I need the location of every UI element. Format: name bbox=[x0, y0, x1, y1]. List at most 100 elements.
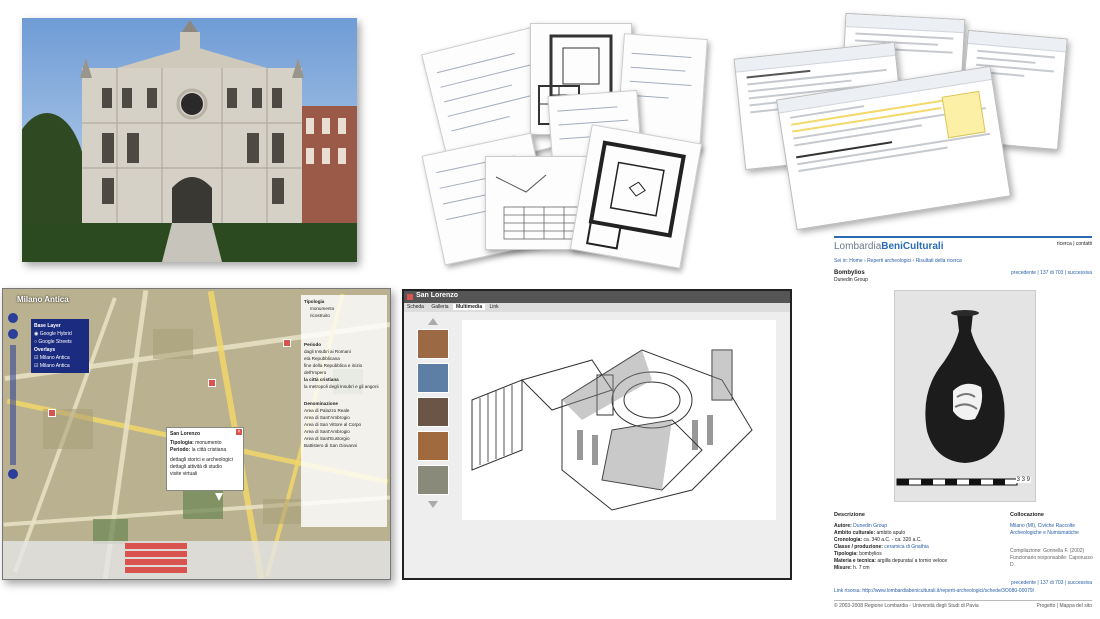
cloister-plan-sheet bbox=[569, 124, 703, 269]
field-ambito: Ambito culturale: ambito apulo bbox=[834, 530, 906, 536]
pan-up-icon[interactable] bbox=[8, 313, 18, 323]
field-cronologia: Cronologia: ca. 340 a.C. - ca. 320 a.C. bbox=[834, 537, 922, 543]
field-tipologia: Tipologia: bombylios bbox=[834, 551, 882, 557]
result-row-highlight[interactable] bbox=[125, 543, 187, 549]
san-lorenzo-viewer[interactable]: San Lorenzo Scheda Galleria Multimedia L… bbox=[402, 289, 792, 580]
catalog-page: LombardiaBeniCulturali ricerca | contatt… bbox=[826, 236, 1100, 619]
viewer-title: San Lorenzo bbox=[416, 292, 459, 299]
ruler-label: 3 3 9 bbox=[1015, 477, 1031, 483]
map-marker[interactable] bbox=[283, 339, 291, 347]
popup-periodo-label: Periodo: bbox=[170, 447, 191, 453]
footer-rule bbox=[834, 600, 1092, 601]
vase-photo: 3 3 9 bbox=[894, 290, 1036, 502]
thumbnail-strip[interactable] bbox=[414, 314, 452, 514]
layer-option-hybrid[interactable]: ◉ Google Hybrid bbox=[34, 330, 86, 338]
popup-pointer-icon bbox=[215, 493, 223, 501]
descrizione-fields: Autore: Dunedin Group Ambito culturale: … bbox=[834, 523, 994, 572]
overlays-title: Overlays bbox=[34, 347, 56, 353]
filter-periodo-item[interactable]: la città cristiana bbox=[304, 376, 384, 383]
milano-antica-map-app[interactable]: Milano Antica Base Layer ◉ Google Hybrid… bbox=[2, 288, 391, 580]
filter-denominazione-item[interactable]: Battistero di San Giovanni bbox=[304, 442, 384, 449]
popup-link-visite[interactable]: visite virtuali bbox=[170, 471, 240, 478]
filter-periodo-item[interactable]: dagli Insubri ai Romani bbox=[304, 348, 384, 355]
tab-link[interactable]: Link bbox=[487, 304, 502, 310]
record-nav-top[interactable]: precedente | 137 di 703 | successiva bbox=[1011, 270, 1092, 277]
popup-close-icon[interactable]: × bbox=[236, 429, 242, 435]
filter-tipologia-item[interactable]: ricostruito bbox=[304, 312, 384, 319]
axonometric-drawing bbox=[462, 320, 776, 520]
results-strip bbox=[3, 541, 390, 579]
footer-right[interactable]: Progetto | Mappa del sito bbox=[1037, 603, 1093, 610]
map-title: Milano Antica bbox=[17, 295, 69, 304]
collocazione-text[interactable]: Milano (MI), Civiche Raccolte Archeologi… bbox=[1010, 523, 1092, 537]
viewer-title-icon bbox=[407, 294, 413, 300]
descrizione-title: Descrizione bbox=[834, 512, 865, 518]
popup-link-storici[interactable]: dettagli storici e archeologici bbox=[170, 457, 240, 464]
item-subtitle: Dunedin Group bbox=[834, 277, 868, 283]
link-risorsa[interactable]: Link risorsa: http://www.lombardiabenicu… bbox=[834, 588, 1094, 595]
catalog-logo[interactable]: LombardiaBeniCulturali bbox=[834, 241, 944, 252]
filter-denominazione-item[interactable]: Area di Sant'Ambrogio bbox=[304, 414, 384, 421]
map-marker[interactable] bbox=[48, 409, 56, 417]
field-classe: Classe / produzione: ceramica di Gnathia bbox=[834, 544, 929, 550]
certosa-facade-image bbox=[22, 18, 357, 262]
filter-periodo-item[interactable]: fine della Repubblica e inizio dell'Impe… bbox=[304, 362, 384, 376]
thumbnail[interactable] bbox=[417, 431, 449, 461]
record-nav-bottom[interactable]: precedente | 137 di 703 | successiva bbox=[1011, 580, 1092, 587]
result-row-highlight[interactable] bbox=[125, 567, 187, 573]
documents-collage bbox=[733, 12, 1080, 232]
zoom-out-icon[interactable] bbox=[8, 469, 18, 479]
filter-periodo-item[interactable]: la metropoli degli Insubri e gli angoni bbox=[304, 383, 384, 390]
compilazione-text: Compilazione: Gonnella F. (2002) bbox=[1010, 548, 1085, 554]
filter-periodo-title: Periodo bbox=[304, 342, 322, 347]
tab-scheda[interactable]: Scheda bbox=[404, 304, 427, 310]
top-links[interactable]: ricerca | contatti bbox=[1057, 241, 1092, 248]
field-misure: Misure: h. 7 cm bbox=[834, 565, 870, 571]
viewer-titlebar: San Lorenzo bbox=[404, 291, 790, 303]
thumbnail[interactable] bbox=[417, 363, 449, 393]
map-popup[interactable]: × San Lorenzo Tipologia: monumento Perio… bbox=[166, 427, 244, 491]
popup-title: San Lorenzo bbox=[170, 431, 201, 437]
certosa-photo bbox=[22, 18, 357, 262]
filter-denominazione-item[interactable]: Area di Palazzo Reale bbox=[304, 407, 384, 414]
thumbnail[interactable] bbox=[417, 465, 449, 495]
popup-link-studio[interactable]: dettagli attività di studio bbox=[170, 464, 240, 471]
filter-tipologia-item[interactable]: monumento bbox=[304, 305, 384, 312]
catalog-top-rule bbox=[834, 236, 1092, 238]
thumbnail[interactable] bbox=[417, 397, 449, 427]
sketches-collage bbox=[420, 18, 720, 269]
thumbnail[interactable] bbox=[417, 329, 449, 359]
map-marker[interactable] bbox=[208, 379, 216, 387]
layer-option-streets[interactable]: ○ Google Streets bbox=[34, 338, 86, 346]
footer-left: © 2003-2008 Regione Lombardia - Universi… bbox=[834, 603, 979, 609]
item-title: Bombylios bbox=[834, 270, 865, 276]
base-layer-title: Base Layer bbox=[34, 323, 61, 329]
popup-tipologia-value: monumento bbox=[195, 440, 222, 446]
scroll-up-icon[interactable] bbox=[428, 318, 438, 325]
filter-denominazione-title: Denominazione bbox=[304, 401, 338, 406]
field-materia: Materia e tecnica: argilla depurata/ a t… bbox=[834, 558, 948, 564]
layer-switcher[interactable]: Base Layer ◉ Google Hybrid ○ Google Stre… bbox=[31, 319, 89, 373]
filter-periodo-item[interactable]: età Repubblicana bbox=[304, 355, 384, 362]
scroll-down-icon[interactable] bbox=[428, 501, 438, 508]
viewer-tabbar: Scheda Galleria Multimedia Link bbox=[404, 303, 790, 312]
tab-galleria[interactable]: Galleria bbox=[428, 304, 451, 310]
zoom-slider[interactable] bbox=[10, 345, 16, 465]
filter-denominazione-item[interactable]: Area di San Vittore al Corpo bbox=[304, 421, 384, 428]
filter-tipologia-title: Tipologia bbox=[304, 299, 325, 304]
collocazione-title: Collocazione bbox=[1010, 512, 1044, 518]
overlay-option-2[interactable]: ☑ Milano Antica bbox=[34, 362, 86, 370]
zoom-in-icon[interactable] bbox=[8, 329, 18, 339]
filter-denominazione-item[interactable]: Area di Sant'Eustorgio bbox=[304, 435, 384, 442]
breadcrumb[interactable]: Sei in: Home › Reperti archeologici › Ri… bbox=[834, 258, 962, 265]
pan-zoom-control[interactable] bbox=[6, 311, 20, 491]
popup-periodo-value: la città cristiana bbox=[191, 447, 227, 453]
viewer-body bbox=[404, 312, 790, 578]
filter-denominazione-item[interactable]: Area di Sant'Ambrogio bbox=[304, 428, 384, 435]
result-row-highlight[interactable] bbox=[125, 551, 187, 557]
comment-note bbox=[941, 90, 986, 139]
result-row-highlight[interactable] bbox=[125, 559, 187, 565]
tab-multimedia[interactable]: Multimedia bbox=[452, 304, 486, 310]
overlay-option-1[interactable]: ☑ Milano Antica bbox=[34, 354, 86, 362]
filter-panel[interactable]: Tipologia monumento ricostruito Periodo … bbox=[301, 295, 387, 527]
